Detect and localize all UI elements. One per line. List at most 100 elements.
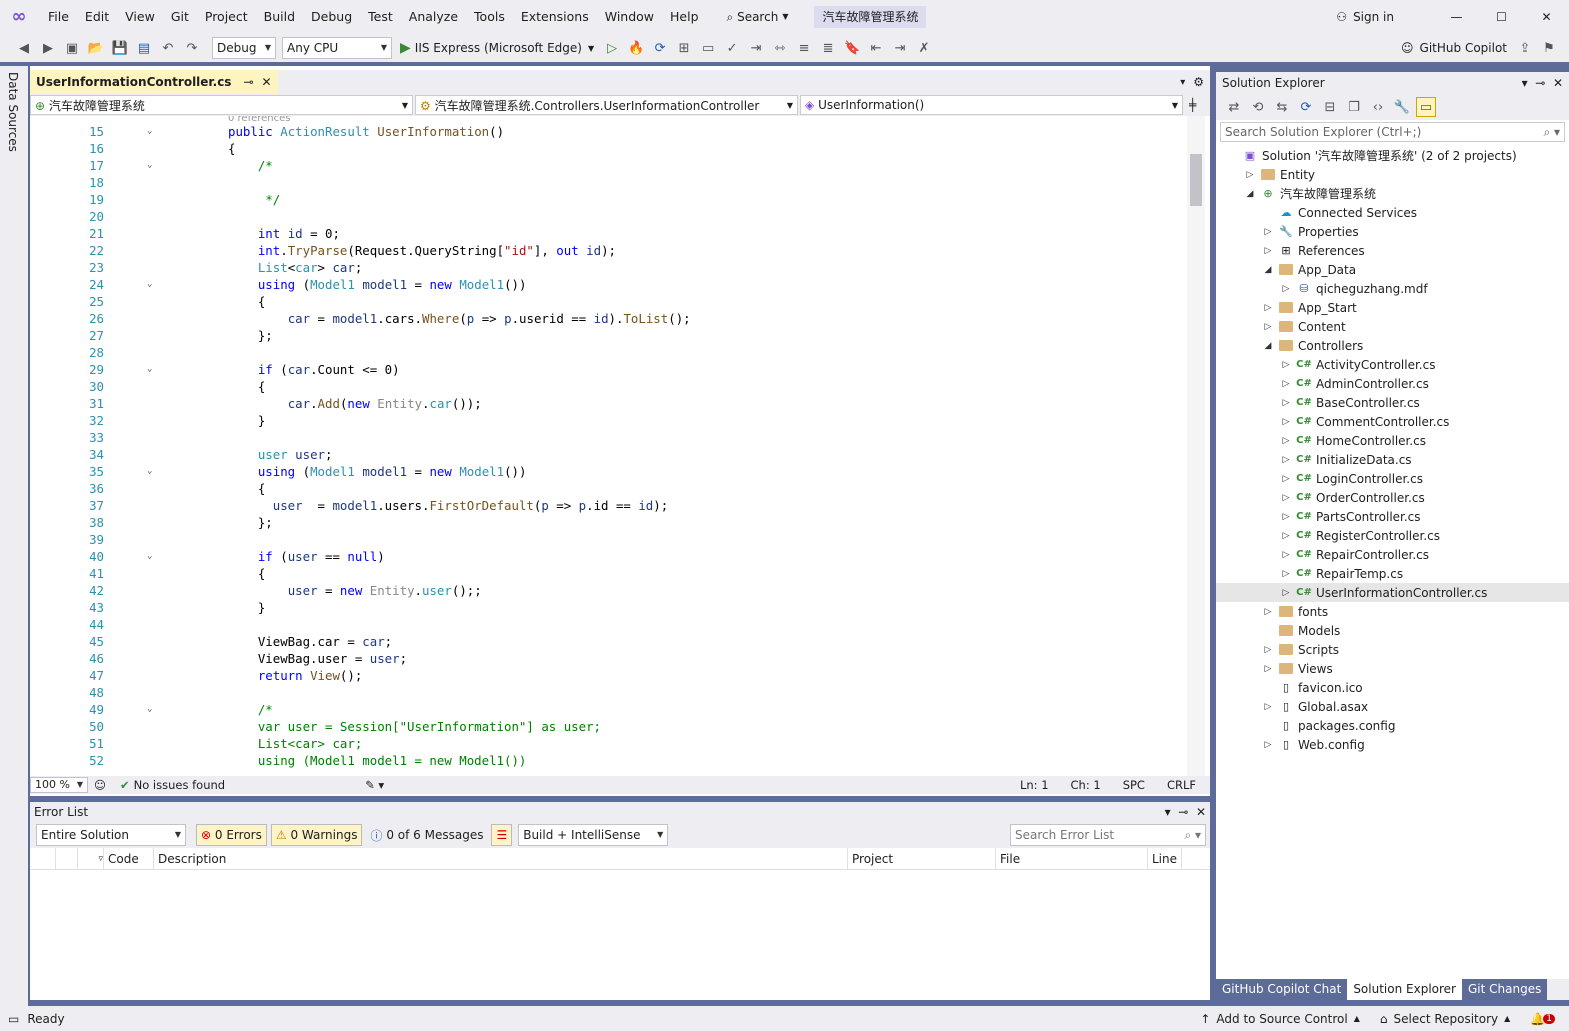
feedback-icon[interactable]: ⚑ (1539, 38, 1559, 58)
filter-toggle-button[interactable]: ☰ (491, 824, 513, 846)
expander-icon[interactable]: ▷ (1262, 246, 1274, 256)
column-line[interactable]: Line (1148, 847, 1182, 870)
expander-icon[interactable]: ◢ (1244, 189, 1256, 199)
menu-help[interactable]: Help (662, 0, 707, 34)
fold-toggle-icon[interactable]: ⌄ (147, 126, 152, 136)
spell-check-icon[interactable]: ✓ (722, 38, 742, 58)
hot-reload-icon[interactable]: 🔥 (626, 38, 646, 58)
switch-views-icon[interactable]: ⇄ (1224, 97, 1244, 117)
expander-icon[interactable]: ▷ (1280, 588, 1292, 598)
select-repository[interactable]: Select Repository (1394, 1012, 1499, 1026)
close-button[interactable]: ✕ (1524, 10, 1569, 24)
panel-tab-github-copilot-chat[interactable]: GitHub Copilot Chat (1216, 979, 1348, 1000)
document-tab[interactable]: UserInformationController.cs ⊸ ✕ (30, 70, 278, 94)
search-error-list-input[interactable]: Search Error List ⌕ ▾ (1010, 824, 1206, 846)
tree-item[interactable]: ▷ Content (1216, 317, 1569, 336)
history-icon[interactable]: ⟲ (1248, 97, 1268, 117)
tree-item[interactable]: ▷ ▯ Global.asax (1216, 697, 1569, 716)
output-icon[interactable]: ▭ (8, 1012, 19, 1026)
expander-icon[interactable]: ▷ (1280, 360, 1292, 370)
expander-icon[interactable]: ▷ (1280, 284, 1292, 294)
preview-selected-icon[interactable]: ▭ (1416, 97, 1436, 117)
fold-toggle-icon[interactable]: ⌄ (147, 364, 152, 374)
tree-item[interactable]: ▯ favicon.ico (1216, 678, 1569, 697)
share-icon[interactable]: ⇪ (1515, 38, 1535, 58)
editor-vertical-scrollbar[interactable] (1187, 116, 1205, 776)
tree-item[interactable]: ▷ ▯ Web.config (1216, 735, 1569, 754)
column-project[interactable]: Project (848, 847, 996, 870)
panel-tab-git-changes[interactable]: Git Changes (1461, 979, 1548, 1000)
expander-icon[interactable]: ▷ (1262, 645, 1274, 655)
clear-bookmark-icon[interactable]: ✗ (914, 38, 934, 58)
layout-icon[interactable]: ▭ (698, 38, 718, 58)
messages-filter-button[interactable]: ⓘ 0 of 6 Messages (366, 824, 487, 846)
next-bookmark-icon[interactable]: ⇥ (890, 38, 910, 58)
show-all-files-icon[interactable]: ❐ (1344, 97, 1364, 117)
expander-icon[interactable]: ▷ (1280, 379, 1292, 389)
build-filter-dropdown[interactable]: Build + IntelliSense ▼ (518, 824, 669, 846)
codelens-references[interactable]: 0 references (228, 116, 291, 124)
menu-debug[interactable]: Debug (303, 0, 360, 34)
tree-item[interactable]: ▷ C# PartsController.cs (1216, 507, 1569, 526)
expander-icon[interactable]: ▷ (1280, 417, 1292, 427)
tree-item[interactable]: ◢ Controllers (1216, 336, 1569, 355)
github-copilot-button[interactable]: ☺ GitHub Copilot (1401, 41, 1507, 55)
menu-test[interactable]: Test (360, 0, 401, 34)
menu-window[interactable]: Window (597, 0, 662, 34)
close-tab-icon[interactable]: ✕ (262, 75, 272, 89)
tree-item[interactable]: ▷ ⊞ References (1216, 241, 1569, 260)
step-icon[interactable]: ⇥ (746, 38, 766, 58)
column-indicator[interactable]: Ch: 1 (1071, 778, 1101, 792)
line-ending-indicator[interactable]: CRLF (1167, 778, 1196, 792)
expander-icon[interactable]: ▷ (1280, 550, 1292, 560)
save-icon[interactable]: 💾 (110, 38, 130, 58)
close-icon[interactable]: ✕ (1553, 76, 1563, 90)
menu-file[interactable]: File (40, 0, 77, 34)
errors-filter-button[interactable]: ⊗ 0 Errors (196, 824, 267, 846)
menu-view[interactable]: View (117, 0, 163, 34)
expander-icon[interactable]: ▷ (1262, 740, 1274, 750)
fold-toggle-icon[interactable]: ⌄ (147, 160, 152, 170)
expander-icon[interactable]: ▷ (1262, 702, 1274, 712)
tree-item[interactable]: ▣ Solution '汽车故障管理系统' (2 of 2 projects) (1216, 146, 1569, 165)
close-icon[interactable]: ✕ (1196, 805, 1206, 819)
column-category[interactable] (56, 847, 78, 870)
tree-item[interactable]: ▷ C# CommentController.cs (1216, 412, 1569, 431)
refresh-icon[interactable]: ⟳ (650, 38, 670, 58)
tree-item[interactable]: ▷ Views (1216, 659, 1569, 678)
expander-icon[interactable]: ▷ (1280, 436, 1292, 446)
dropdown-icon[interactable]: ▾ (1165, 805, 1171, 819)
member-dropdown[interactable]: ◈ UserInformation() ▼ (800, 95, 1183, 115)
column-sort[interactable]: ▿ (78, 847, 104, 870)
tree-item[interactable]: ▷ C# RepairController.cs (1216, 545, 1569, 564)
expander-icon[interactable]: ▷ (1262, 227, 1274, 237)
redo-icon[interactable]: ↷ (182, 38, 202, 58)
configuration-dropdown[interactable]: Debug ▼ (212, 37, 276, 59)
expander-icon[interactable]: ◢ (1262, 341, 1274, 351)
fold-toggle-icon[interactable]: ⌄ (147, 466, 152, 476)
fold-toggle-icon[interactable]: ⌄ (147, 279, 152, 289)
project-dropdown[interactable]: ⊕ 汽车故障管理系统 ▼ (30, 95, 413, 115)
tree-item[interactable]: ▷ C# RegisterController.cs (1216, 526, 1569, 545)
expander-icon[interactable]: ▷ (1280, 398, 1292, 408)
tree-item[interactable]: ◢ App_Data (1216, 260, 1569, 279)
bookmark-icon[interactable]: 🔖 (842, 38, 862, 58)
tree-item[interactable]: ▷ fonts (1216, 602, 1569, 621)
menu-analyze[interactable]: Analyze (401, 0, 466, 34)
column-icon[interactable] (30, 847, 56, 870)
brush-icon[interactable]: ✎ ▾ (365, 778, 384, 792)
tree-item[interactable]: ▷ App_Start (1216, 298, 1569, 317)
open-folder-icon[interactable]: 📂 (86, 38, 106, 58)
expander-icon[interactable]: ▷ (1262, 664, 1274, 674)
expander-icon[interactable]: ▷ (1280, 455, 1292, 465)
scope-dropdown[interactable]: Entire Solution ▼ (36, 824, 186, 846)
menu-build[interactable]: Build (256, 0, 303, 34)
indent-icon[interactable]: ≡ (794, 38, 814, 58)
add-to-source-control[interactable]: Add to Source Control (1216, 1012, 1347, 1026)
menu-tools[interactable]: Tools (466, 0, 513, 34)
tree-item[interactable]: ▷ 🔧 Properties (1216, 222, 1569, 241)
tree-item[interactable]: ▷ C# AdminController.cs (1216, 374, 1569, 393)
expander-icon[interactable]: ▷ (1244, 170, 1256, 180)
tree-item[interactable]: ▷ C# RepairTemp.cs (1216, 564, 1569, 583)
prev-bookmark-icon[interactable]: ⇤ (866, 38, 886, 58)
